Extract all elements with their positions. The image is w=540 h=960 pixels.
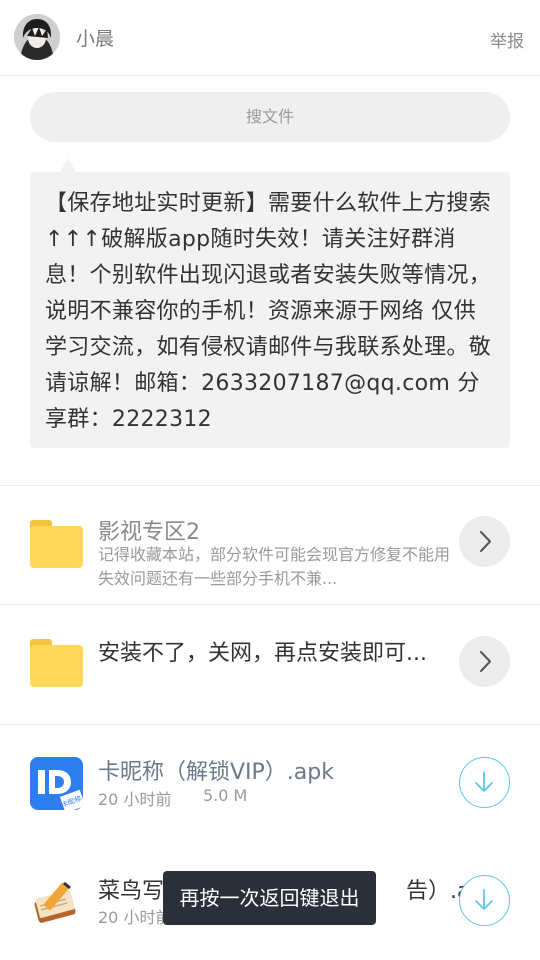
nickname-app-icon: 卡昵称 bbox=[30, 757, 83, 810]
list-item-folder-2[interactable]: 安装不了，关网，再点安装即可... bbox=[0, 605, 540, 724]
user-avatar[interactable] bbox=[14, 14, 60, 60]
notebook-pencil-app-icon bbox=[30, 875, 83, 928]
open-folder-button[interactable] bbox=[459, 636, 510, 687]
username[interactable]: 小晨 bbox=[76, 24, 114, 51]
chevron-right-icon bbox=[480, 531, 491, 552]
file-time: 20 小时前 bbox=[98, 790, 172, 809]
report-button[interactable]: 举报 bbox=[490, 27, 524, 52]
download-button[interactable] bbox=[459, 757, 510, 808]
folder-icon bbox=[30, 639, 83, 687]
folder-title: 影视专区2 bbox=[98, 520, 200, 545]
file-title: 卡昵称（解锁VIP）.apk bbox=[98, 760, 334, 785]
exit-toast: 再按一次返回键退出 bbox=[163, 871, 376, 925]
folder-description: 记得收藏本站，部分软件可能会现官方修复不能用失效问题还有一些部分手机不兼... bbox=[98, 545, 451, 588]
chevron-right-icon bbox=[480, 651, 491, 672]
anime-avatar-icon bbox=[14, 14, 60, 60]
file-size: 5.0 M bbox=[203, 786, 248, 805]
uploader-header: 小晨 举报 bbox=[0, 0, 540, 76]
search-input[interactable]: 搜文件 bbox=[30, 92, 510, 142]
folder-title: 安装不了，关网，再点安装即可... bbox=[98, 641, 427, 666]
notice-pointer bbox=[60, 158, 76, 172]
list-item-folder-1[interactable]: 影视专区2 记得收藏本站，部分软件可能会现官方修复不能用失效问题还有一些部分手机… bbox=[0, 486, 540, 604]
list-item-file-1[interactable]: 卡昵称 卡昵称（解锁VIP）.apk 20 小时前 5.0 M bbox=[0, 725, 540, 843]
notice-text: 【保存地址实时更新】需要什么软件上方搜索↑↑↑破解版app随时失效！请关注好群消… bbox=[30, 172, 510, 448]
download-arrow-icon bbox=[475, 889, 493, 910]
file-time: 20 小时前 bbox=[98, 908, 172, 927]
download-button[interactable] bbox=[459, 875, 510, 926]
download-arrow-icon bbox=[475, 771, 493, 792]
open-folder-button[interactable] bbox=[459, 516, 510, 567]
folder-icon bbox=[30, 520, 83, 568]
file-title: 菜鸟写 bbox=[98, 879, 165, 904]
